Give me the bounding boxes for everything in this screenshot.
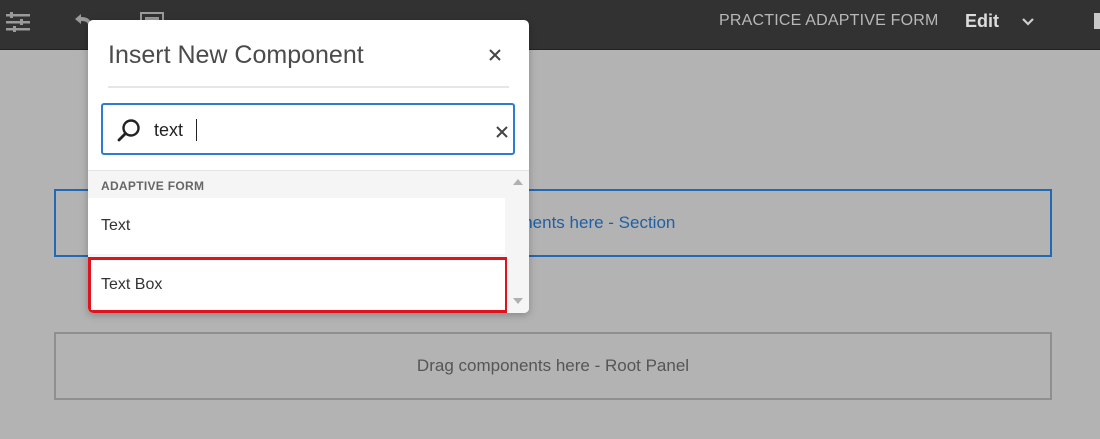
- search-icon: [117, 119, 140, 142]
- component-results-list[interactable]: ADAPTIVE FORM Text Text Box: [88, 170, 529, 313]
- clear-icon: [496, 126, 508, 138]
- dialog-title: Insert New Component: [108, 41, 364, 69]
- insert-component-dialog: Insert New Component ADAPTIVE FORM Text …: [88, 20, 529, 313]
- component-item-text[interactable]: Text: [88, 198, 505, 254]
- scroll-down-icon[interactable]: [513, 298, 523, 304]
- clear-search-button[interactable]: [494, 124, 510, 140]
- form-title: PRACTICE ADAPTIVE FORM: [719, 12, 939, 29]
- mode-selector-label[interactable]: Edit: [965, 11, 999, 32]
- search-input[interactable]: [154, 117, 474, 143]
- properties-icon[interactable]: [3, 10, 33, 34]
- side-panel-icon[interactable]: [1094, 13, 1100, 29]
- scroll-up-icon[interactable]: [513, 179, 523, 185]
- root-panel-drop-zone[interactable]: Drag components here - Root Panel: [54, 332, 1052, 400]
- search-field[interactable]: [101, 103, 515, 155]
- text-caret: [196, 119, 197, 141]
- close-button[interactable]: [484, 44, 506, 66]
- chevron-down-icon[interactable]: [1020, 14, 1036, 30]
- close-icon: [489, 49, 501, 61]
- group-header: ADAPTIVE FORM: [101, 179, 205, 193]
- component-item-text-box[interactable]: Text Box: [88, 257, 508, 313]
- results-scrollbar[interactable]: [507, 171, 529, 313]
- root-panel-drop-zone-label: Drag components here - Root Panel: [416, 356, 690, 375]
- title-divider: [108, 86, 509, 88]
